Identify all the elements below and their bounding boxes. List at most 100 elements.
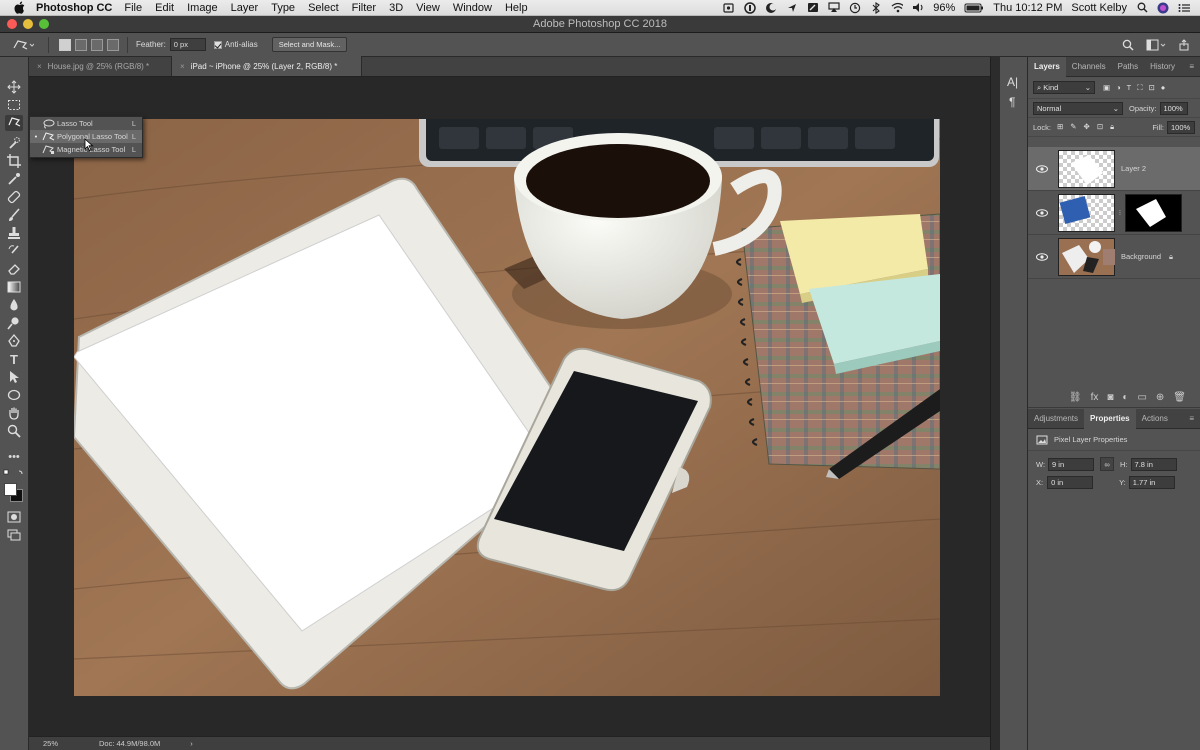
lock-pixels-icon[interactable]: ✎	[1070, 122, 1076, 132]
adjustment-layer-icon[interactable]: ◐	[1122, 392, 1128, 403]
swap-colors[interactable]	[3, 469, 27, 477]
close-tab-icon[interactable]: ×	[37, 62, 42, 71]
layer-mask-thumbnail[interactable]	[1125, 193, 1182, 232]
feather-input[interactable]: 0 px	[169, 38, 206, 51]
clock[interactable]: Thu 10:12 PM	[993, 2, 1062, 14]
tab-properties[interactable]: Properties	[1084, 408, 1136, 429]
foreground-color-swatch[interactable]	[4, 483, 17, 496]
height-input[interactable]: 7.8 in	[1130, 457, 1177, 471]
menu-3d[interactable]: 3D	[389, 2, 403, 14]
panel-menu-icon[interactable]: ≡	[1189, 414, 1194, 423]
tab-house[interactable]: × House.jpg @ 25% (RGB/8) *	[29, 56, 172, 76]
moon-icon[interactable]	[765, 2, 777, 13]
eye-icon[interactable]	[1034, 208, 1050, 217]
menu-type[interactable]: Type	[271, 2, 295, 14]
volume-icon[interactable]	[912, 2, 924, 13]
mask-link-icon[interactable]: ⁝	[1115, 208, 1125, 217]
healing-brush-tool[interactable]	[5, 189, 23, 205]
type-filter-icon[interactable]: T	[1127, 83, 1132, 93]
layer-kind-filter[interactable]: ⌕ Kind ⌄	[1033, 81, 1095, 94]
lasso-tool-option[interactable]: Lasso Tool L	[30, 117, 142, 130]
add-mask-icon[interactable]: ◙	[1107, 392, 1113, 403]
close-tab-icon[interactable]: ×	[180, 62, 185, 71]
menu-help[interactable]: Help	[505, 2, 528, 14]
app-menu[interactable]: Photoshop CC	[36, 2, 112, 14]
quick-mask-button[interactable]	[5, 509, 23, 525]
eyedropper-tool[interactable]	[5, 171, 23, 187]
intersect-selection-button[interactable]	[107, 38, 119, 51]
opacity-input[interactable]: 100%	[1159, 101, 1188, 115]
screen-record-icon[interactable]	[723, 2, 735, 13]
paragraph-panel-icon[interactable]: ¶	[1009, 95, 1015, 109]
clone-stamp-tool[interactable]	[5, 225, 23, 241]
character-panel-icon[interactable]: A|	[1007, 75, 1018, 89]
share-icon[interactable]	[807, 2, 819, 13]
move-tool[interactable]	[5, 79, 23, 95]
airplay-icon[interactable]	[828, 2, 840, 13]
pixel-filter-icon[interactable]: ▣	[1103, 83, 1110, 93]
link-layers-icon[interactable]: ⛓	[1069, 392, 1082, 403]
menu-filter[interactable]: Filter	[352, 2, 376, 14]
layer-row-layer-2[interactable]: Layer 2	[1028, 147, 1200, 191]
workspace-icon[interactable]	[1146, 39, 1166, 51]
link-wh-icon[interactable]: ∞	[1100, 457, 1115, 471]
document-image[interactable]	[74, 119, 940, 696]
layer-row-background[interactable]: Background 🔒︎	[1028, 235, 1200, 279]
eye-icon[interactable]	[1034, 164, 1050, 173]
lock-transparent-icon[interactable]: ⊞	[1057, 122, 1063, 132]
antialias-check[interactable]	[213, 40, 222, 49]
trash-icon[interactable]: 🗑︎	[1173, 392, 1186, 403]
panel-menu-icon[interactable]: ≡	[1189, 62, 1194, 71]
antialias-checkbox[interactable]: Anti-alias	[213, 40, 258, 49]
path-selection-tool[interactable]	[5, 369, 23, 385]
brush-tool[interactable]	[5, 207, 23, 223]
pen-tool[interactable]	[5, 333, 23, 349]
blur-tool[interactable]	[5, 297, 23, 313]
zoom-tool[interactable]	[5, 423, 23, 439]
canvas-area[interactable]	[29, 77, 990, 736]
new-selection-button[interactable]	[59, 38, 71, 51]
select-and-mask-button[interactable]: Select and Mask...	[271, 37, 348, 52]
tab-paths[interactable]: Paths	[1112, 57, 1144, 77]
lock-artboard-icon[interactable]: ⊡	[1097, 122, 1103, 132]
quick-selection-tool[interactable]	[5, 135, 23, 151]
gradient-tool[interactable]	[5, 279, 23, 295]
tab-channels[interactable]: Channels	[1066, 57, 1112, 77]
width-input[interactable]: 9 in	[1048, 457, 1095, 471]
eye-icon[interactable]	[1034, 252, 1050, 261]
tab-actions[interactable]: Actions	[1136, 409, 1174, 429]
time-machine-icon[interactable]	[849, 2, 861, 13]
tab-ipad-iphone[interactable]: × iPad ~ iPhone @ 25% (Layer 2, RGB/8) *	[172, 56, 362, 76]
battery-icon[interactable]	[964, 2, 984, 13]
menu-select[interactable]: Select	[308, 2, 339, 14]
tool-preset-picker[interactable]	[12, 38, 42, 52]
subtract-from-selection-button[interactable]	[91, 38, 103, 51]
history-brush-tool[interactable]	[5, 243, 23, 259]
screen-mode-button[interactable]	[5, 527, 23, 543]
lock-all-icon[interactable]: 🔒︎	[1110, 122, 1114, 132]
blend-mode-select[interactable]: Normal ⌄	[1033, 101, 1123, 115]
x-input[interactable]: 0 in	[1047, 476, 1094, 489]
search-icon[interactable]	[1122, 39, 1134, 51]
wifi-icon[interactable]	[891, 2, 904, 13]
edit-toolbar-button[interactable]: •••	[5, 449, 23, 465]
close-window-button[interactable]	[7, 19, 17, 29]
crop-tool[interactable]	[5, 153, 23, 169]
vertical-scrollbar[interactable]	[990, 57, 1000, 750]
bluetooth-icon[interactable]	[870, 1, 882, 14]
shape-filter-icon[interactable]: ⛶	[1137, 83, 1142, 93]
lasso-tool[interactable]	[5, 115, 23, 131]
apple-icon[interactable]	[12, 1, 26, 15]
new-layer-icon[interactable]: ⊕	[1156, 392, 1164, 403]
hand-tool[interactable]	[5, 405, 23, 421]
tab-layers[interactable]: Layers	[1028, 56, 1066, 77]
marquee-tool[interactable]	[5, 97, 23, 113]
dodge-tool[interactable]	[5, 315, 23, 331]
adjustment-filter-icon[interactable]: ◑	[1116, 83, 1121, 93]
layer-name[interactable]: Layer 2	[1121, 164, 1146, 173]
notification-center-icon[interactable]	[1178, 2, 1190, 13]
add-to-selection-button[interactable]	[75, 38, 87, 51]
user-name[interactable]: Scott Kelby	[1071, 2, 1127, 14]
y-input[interactable]: 1.77 in	[1128, 476, 1175, 489]
menu-edit[interactable]: Edit	[155, 2, 174, 14]
